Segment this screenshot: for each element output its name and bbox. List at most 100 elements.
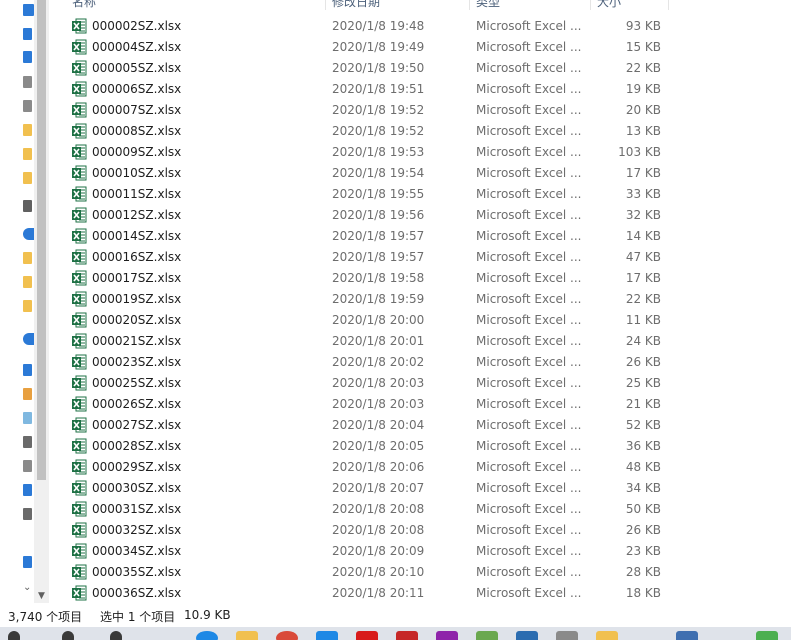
scrollbar-thumb[interactable] [37, 0, 46, 480]
file-row[interactable]: 000002SZ.xlsx 2020/1/8 19:48 Microsoft Exc… [49, 16, 791, 37]
file-row[interactable]: 000026SZ.xlsx 2020/1/8 20:03 Microsoft Exc… [49, 394, 791, 415]
file-name: 000028SZ.xlsx [92, 439, 182, 453]
file-name: 000007SZ.xlsx [92, 103, 182, 117]
file-name: 000030SZ.xlsx [92, 481, 182, 495]
file-row[interactable]: 000012SZ.xlsx 2020/1/8 19:56 Microsoft Exc… [49, 205, 791, 226]
video-icon[interactable] [23, 412, 32, 424]
file-row[interactable]: 000016SZ.xlsx 2020/1/8 19:57 Microsoft Exc… [49, 247, 791, 268]
file-row[interactable]: 000028SZ.xlsx 2020/1/8 20:05 Microsoft Exc… [49, 436, 791, 457]
picture-icon[interactable] [23, 100, 32, 112]
app-icon[interactable] [476, 631, 498, 640]
pin-icon[interactable] [23, 4, 34, 16]
app-icon[interactable] [556, 631, 578, 640]
chrome-icon[interactable] [276, 631, 298, 640]
picture-icon[interactable] [23, 436, 32, 448]
file-row[interactable]: 000011SZ.xlsx 2020/1/8 19:55 Microsoft Exc… [49, 184, 791, 205]
file-row[interactable]: 000027SZ.xlsx 2020/1/8 20:04 Microsoft Exc… [49, 415, 791, 436]
file-row[interactable]: 000020SZ.xlsx 2020/1/8 20:00 Microsoft Exc… [49, 310, 791, 331]
column-type-header[interactable]: 类型 [476, 0, 500, 10]
folder-icon[interactable] [23, 172, 32, 184]
file-row[interactable]: 000036SZ.xlsx 2020/1/8 20:11 Microsoft Exc… [49, 583, 791, 604]
desktop-icon[interactable] [23, 556, 32, 568]
file-type: Microsoft Excel ... [476, 460, 582, 474]
file-modified-date: 2020/1/8 20:08 [332, 523, 425, 537]
folder-icon[interactable] [23, 148, 32, 160]
file-row[interactable]: 000034SZ.xlsx 2020/1/8 20:09 Microsoft Exc… [49, 541, 791, 562]
download-icon[interactable] [23, 484, 32, 496]
file-type: Microsoft Excel ... [476, 523, 582, 537]
cloud-icon[interactable] [23, 333, 34, 345]
column-divider[interactable] [590, 0, 591, 10]
chevron-down-icon[interactable]: ⌄ [23, 582, 34, 594]
column-divider[interactable] [668, 0, 669, 10]
file-row[interactable]: 000031SZ.xlsx 2020/1/8 20:08 Microsoft Exc… [49, 499, 791, 520]
app-icon[interactable] [396, 631, 418, 640]
folder-icon[interactable] [23, 252, 32, 264]
search-icon[interactable] [62, 631, 74, 640]
file-row[interactable]: 000035SZ.xlsx 2020/1/8 20:10 Microsoft Exc… [49, 562, 791, 583]
file-size: 50 KB [625, 502, 661, 516]
download-icon[interactable] [23, 51, 32, 63]
file-name: 000014SZ.xlsx [92, 229, 182, 243]
file-row[interactable]: 000010SZ.xlsx 2020/1/8 19:54 Microsoft Exc… [49, 163, 791, 184]
column-divider[interactable] [325, 0, 326, 10]
file-list: 000002SZ.xlsx 2020/1/8 19:48 Microsoft Exc… [49, 16, 791, 604]
onedrive-icon[interactable] [23, 228, 34, 240]
excel-file-icon [72, 396, 87, 412]
file-name: 000010SZ.xlsx [92, 166, 182, 180]
app-icon[interactable] [756, 631, 778, 640]
objects-icon[interactable] [23, 388, 32, 400]
file-row[interactable]: 000023SZ.xlsx 2020/1/8 20:02 Microsoft Exc… [49, 352, 791, 373]
app-icon[interactable] [436, 631, 458, 640]
excel-file-icon [72, 291, 87, 307]
excel-file-icon [72, 81, 87, 97]
file-row[interactable]: 000017SZ.xlsx 2020/1/8 19:58 Microsoft Exc… [49, 268, 791, 289]
document-icon[interactable] [23, 76, 32, 88]
excel-file-icon [72, 207, 87, 223]
excel-file-icon [72, 480, 87, 496]
music-icon[interactable] [23, 508, 32, 520]
file-row[interactable]: 000029SZ.xlsx 2020/1/8 20:06 Microsoft Exc… [49, 457, 791, 478]
column-name-header[interactable]: 名称 [72, 0, 96, 10]
file-row[interactable]: 000006SZ.xlsx 2020/1/8 19:51 Microsoft Exc… [49, 79, 791, 100]
file-row[interactable]: 000019SZ.xlsx 2020/1/8 19:59 Microsoft Exc… [49, 289, 791, 310]
file-row[interactable]: 000032SZ.xlsx 2020/1/8 20:08 Microsoft Exc… [49, 520, 791, 541]
navigation-scrollbar[interactable]: ▼ [34, 0, 49, 603]
document-icon[interactable] [23, 460, 32, 472]
usb-drive-icon[interactable] [23, 200, 32, 212]
file-row[interactable]: 000014SZ.xlsx 2020/1/8 19:57 Microsoft Exc… [49, 226, 791, 247]
file-modified-date: 2020/1/8 20:10 [332, 565, 425, 579]
file-row[interactable]: 000025SZ.xlsx 2020/1/8 20:03 Microsoft Exc… [49, 373, 791, 394]
file-size: 13 KB [625, 124, 661, 138]
app-icon[interactable] [356, 631, 378, 640]
scroll-down-arrow-icon[interactable]: ▼ [37, 591, 46, 601]
app-icon[interactable] [516, 631, 538, 640]
app-icon[interactable] [676, 631, 698, 640]
folder-icon[interactable] [23, 28, 32, 40]
edge-browser-icon[interactable] [196, 631, 218, 640]
app-icon[interactable] [596, 631, 618, 640]
file-row[interactable]: 000009SZ.xlsx 2020/1/8 19:53 Microsoft Exc… [49, 142, 791, 163]
file-type: Microsoft Excel ... [476, 187, 582, 201]
file-name: 000016SZ.xlsx [92, 250, 182, 264]
column-divider[interactable] [469, 0, 470, 10]
file-name: 000026SZ.xlsx [92, 397, 182, 411]
file-row[interactable]: 000004SZ.xlsx 2020/1/8 19:49 Microsoft Exc… [49, 37, 791, 58]
column-date-header[interactable]: 修改日期 [332, 0, 380, 10]
file-row[interactable]: 000005SZ.xlsx 2020/1/8 19:50 Microsoft Exc… [49, 58, 791, 79]
file-row[interactable]: 000008SZ.xlsx 2020/1/8 19:52 Microsoft Exc… [49, 121, 791, 142]
folder-icon[interactable] [23, 124, 32, 136]
column-size-header[interactable]: 大小 [597, 0, 621, 10]
file-explorer-icon[interactable] [236, 631, 258, 640]
folder-icon[interactable] [23, 300, 32, 312]
task-view-icon[interactable] [110, 631, 122, 640]
file-type: Microsoft Excel ... [476, 565, 582, 579]
windows-start-icon[interactable] [8, 631, 20, 640]
this-pc-icon[interactable] [23, 364, 32, 376]
file-row[interactable]: 000030SZ.xlsx 2020/1/8 20:07 Microsoft Exc… [49, 478, 791, 499]
file-row[interactable]: 000007SZ.xlsx 2020/1/8 19:52 Microsoft Exc… [49, 100, 791, 121]
file-row[interactable]: 000021SZ.xlsx 2020/1/8 20:01 Microsoft Exc… [49, 331, 791, 352]
app-icon[interactable] [316, 631, 338, 640]
file-modified-date: 2020/1/8 20:06 [332, 460, 425, 474]
folder-icon[interactable] [23, 276, 32, 288]
